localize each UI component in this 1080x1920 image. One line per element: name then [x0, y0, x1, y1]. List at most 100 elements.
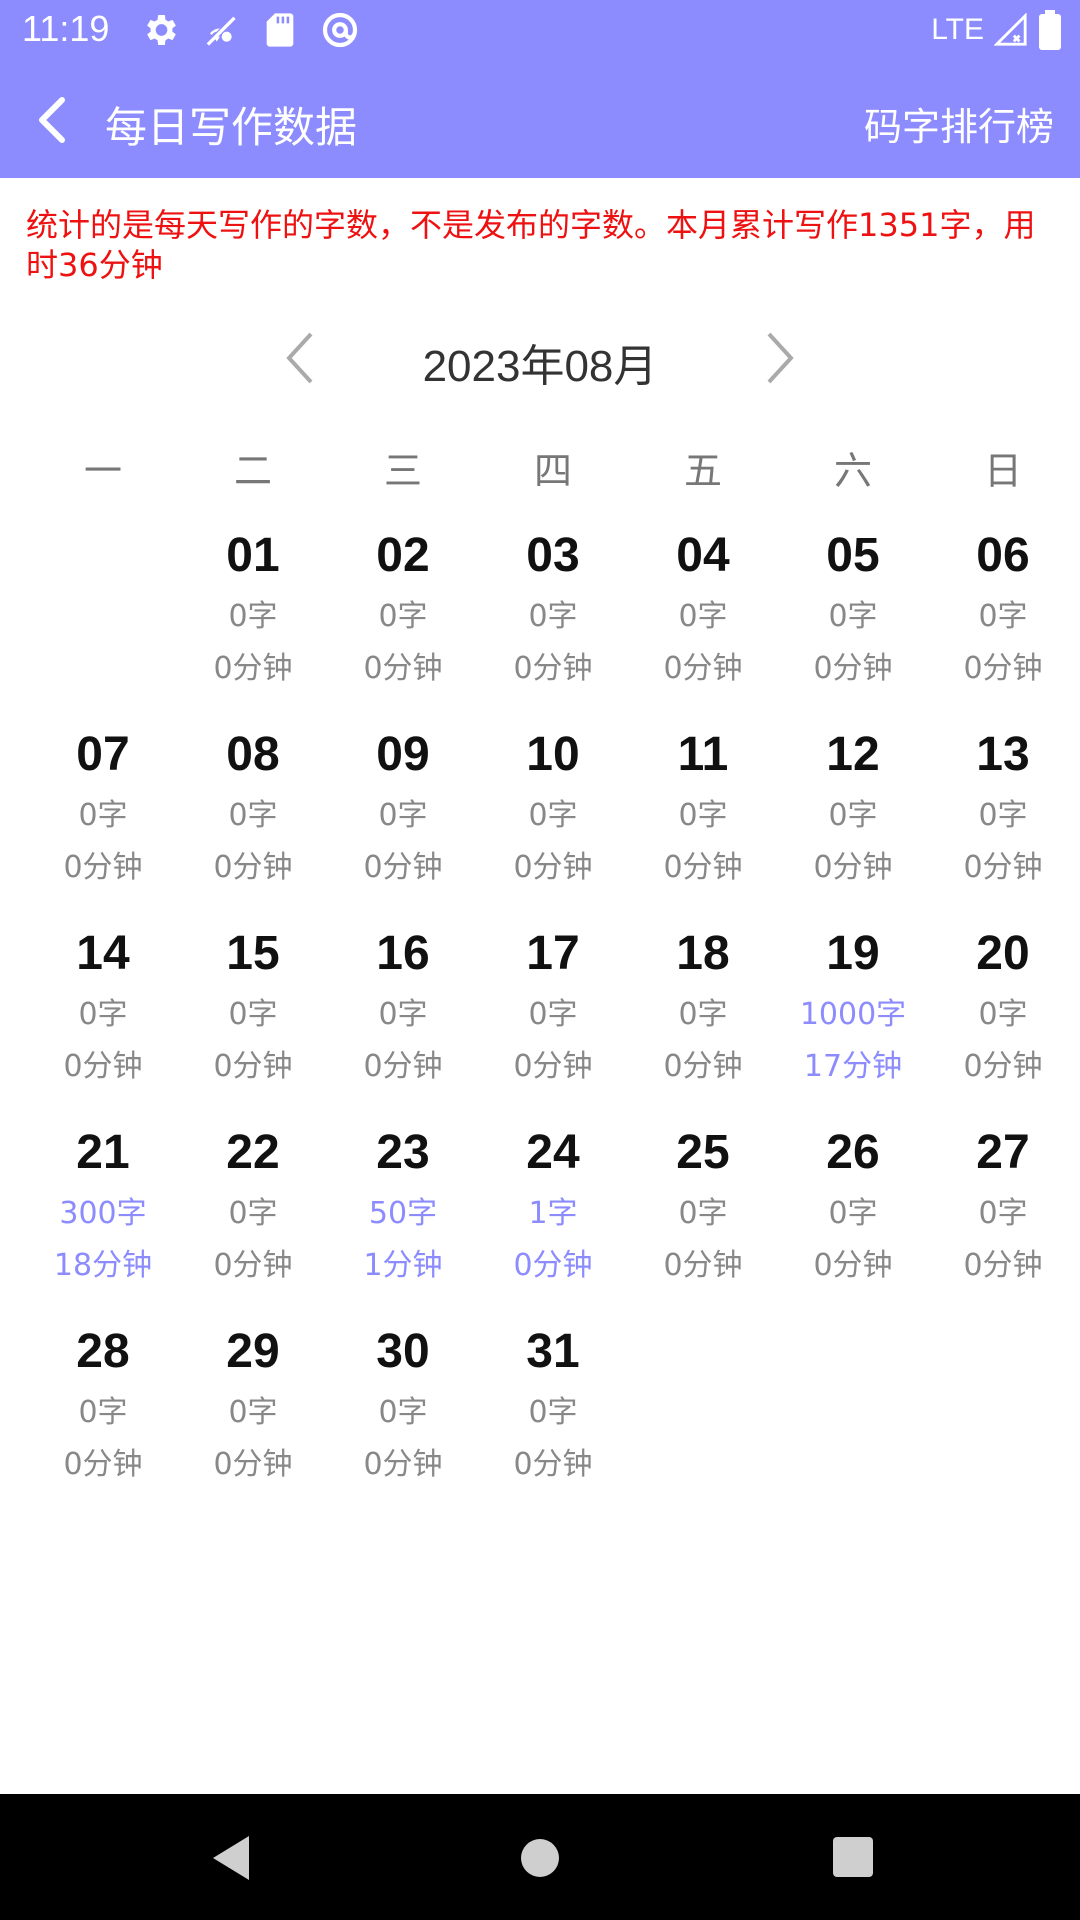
day-number: 21: [76, 1126, 130, 1179]
day-number: 22: [226, 1126, 280, 1179]
page-title: 每日写作数据: [105, 103, 358, 152]
day-number: 15: [226, 927, 280, 980]
calendar-day-cell[interactable]: 16 0字 0分钟: [328, 923, 478, 1122]
day-word-count: 0字: [828, 599, 878, 634]
settings-icon: [147, 15, 176, 45]
battery-icon: [1039, 10, 1061, 50]
day-duration: 0分钟: [963, 1248, 1043, 1283]
day-duration: 0分钟: [813, 1248, 893, 1283]
day-word-count: 50字: [368, 1196, 438, 1231]
back-triangle-icon: [213, 1836, 249, 1880]
day-word-count: 0字: [528, 1395, 578, 1430]
system-back-button[interactable]: [203, 1830, 259, 1886]
calendar-day-cell[interactable]: 31 0字 0分钟: [478, 1321, 628, 1520]
weekday-label: 日: [983, 449, 1022, 493]
calendar-grid: 01 0字 0分钟 02 0字 0分钟 03 0字 0分钟 04 0字 0分钟 05 0字 0分钟 06 0字 0…: [28, 525, 1078, 1520]
day-duration: 0分钟: [213, 1049, 293, 1084]
home-circle-icon: [521, 1839, 559, 1877]
day-number: 12: [826, 728, 880, 781]
day-word-count: 0字: [678, 599, 728, 634]
calendar-day-cell[interactable]: 26 0字 0分钟: [778, 1122, 928, 1321]
empty-calendar-cell: [928, 1321, 1078, 1520]
calendar-day-cell[interactable]: 18 0字 0分钟: [628, 923, 778, 1122]
day-word-count: 0字: [528, 599, 578, 634]
ranking-button[interactable]: 码字排行榜: [864, 96, 1054, 151]
day-number: 07: [76, 728, 130, 781]
calendar-day-cell[interactable]: 10 0字 0分钟: [478, 724, 628, 923]
calendar-day-cell[interactable]: 19 1000字 17分钟: [778, 923, 928, 1122]
statistics-notice: 统计的是每天写作的字数，不是发布的字数。本月累计写作1351字，用时36分钟: [26, 206, 1036, 284]
day-duration: 0分钟: [363, 1447, 443, 1482]
day-duration: 0分钟: [813, 850, 893, 885]
day-number: 23: [376, 1126, 430, 1179]
system-recents-button[interactable]: [826, 1830, 882, 1886]
calendar-week-row: 01 0字 0分钟 02 0字 0分钟 03 0字 0分钟 04 0字 0分钟 05 0字 0分钟 06 0字 0…: [28, 525, 1078, 724]
calendar-day-cell[interactable]: 17 0字 0分钟: [478, 923, 628, 1122]
chevron-left-icon: [39, 97, 65, 143]
calendar-day-cell[interactable]: 01 0字 0分钟: [178, 525, 328, 724]
day-number: 14: [76, 927, 130, 980]
system-home-button[interactable]: [512, 1830, 568, 1886]
calendar-day-cell[interactable]: 15 0字 0分钟: [178, 923, 328, 1122]
sd-card-icon: [266, 13, 294, 47]
weekday-label: 三: [383, 449, 422, 493]
day-number: 10: [526, 728, 580, 781]
calendar-day-cell[interactable]: 05 0字 0分钟: [778, 525, 928, 724]
calendar-day-cell[interactable]: 20 0字 0分钟: [928, 923, 1078, 1122]
day-word-count: 0字: [978, 997, 1028, 1032]
calendar-day-cell[interactable]: 12 0字 0分钟: [778, 724, 928, 923]
calendar-day-cell[interactable]: 11 0字 0分钟: [628, 724, 778, 923]
calendar-week-row: 07 0字 0分钟 08 0字 0分钟 09 0字 0分钟 10 0字 0分钟 11 0字 0分钟 12 0字 0…: [28, 724, 1078, 923]
day-duration: 0分钟: [963, 651, 1043, 686]
day-word-count: 0字: [378, 997, 428, 1032]
day-duration: 18分钟: [53, 1248, 153, 1283]
day-duration: 0分钟: [663, 1248, 743, 1283]
calendar-day-cell[interactable]: 27 0字 0分钟: [928, 1122, 1078, 1321]
calendar-day-cell[interactable]: 24 1字 0分钟: [478, 1122, 628, 1321]
day-duration: 0分钟: [213, 1447, 293, 1482]
day-duration: 0分钟: [513, 850, 593, 885]
day-duration: 0分钟: [363, 651, 443, 686]
calendar-day-cell[interactable]: 21 300字 18分钟: [28, 1122, 178, 1321]
day-duration: 0分钟: [663, 850, 743, 885]
calendar-day-cell[interactable]: 07 0字 0分钟: [28, 724, 178, 923]
day-duration: 17分钟: [803, 1049, 903, 1084]
day-word-count: 0字: [78, 997, 128, 1032]
day-number: 06: [976, 529, 1030, 582]
day-duration: 0分钟: [63, 1049, 143, 1084]
day-number: 24: [526, 1126, 580, 1179]
calendar-day-cell[interactable]: 03 0字 0分钟: [478, 525, 628, 724]
day-number: 01: [226, 529, 280, 582]
calendar-day-cell[interactable]: 29 0字 0分钟: [178, 1321, 328, 1520]
calendar-day-cell[interactable]: 22 0字 0分钟: [178, 1122, 328, 1321]
day-duration: 0分钟: [813, 651, 893, 686]
day-number: 03: [526, 529, 580, 582]
calendar-day-cell[interactable]: 30 0字 0分钟: [328, 1321, 478, 1520]
month-navigator: 2023年08月: [0, 320, 1080, 400]
day-word-count: 0字: [528, 798, 578, 833]
calendar-day-cell[interactable]: 28 0字 0分钟: [28, 1321, 178, 1520]
back-button[interactable]: [28, 92, 80, 148]
calendar-day-cell[interactable]: 13 0字 0分钟: [928, 724, 1078, 923]
calendar-day-cell[interactable]: 04 0字 0分钟: [628, 525, 778, 724]
calendar-day-cell[interactable]: 09 0字 0分钟: [328, 724, 478, 923]
day-word-count: 0字: [678, 997, 728, 1032]
day-word-count: 0字: [978, 1196, 1028, 1231]
weekday-label: 五: [683, 449, 722, 493]
day-number: 18: [676, 927, 730, 980]
status-bar: 11:19 LTE: [0, 0, 1080, 62]
day-number: 29: [226, 1325, 280, 1378]
calendar-day-cell[interactable]: 06 0字 0分钟: [928, 525, 1078, 724]
calendar-day-cell[interactable]: 08 0字 0分钟: [178, 724, 328, 923]
day-number: 04: [676, 529, 730, 582]
day-number: 11: [677, 728, 729, 781]
day-duration: 0分钟: [63, 1447, 143, 1482]
calendar-day-cell[interactable]: 25 0字 0分钟: [628, 1122, 778, 1321]
calendar-day-cell[interactable]: 14 0字 0分钟: [28, 923, 178, 1122]
day-number: 25: [676, 1126, 730, 1179]
empty-calendar-cell: [628, 1321, 778, 1520]
calendar-day-cell[interactable]: 23 50字 1分钟: [328, 1122, 478, 1321]
next-month-button[interactable]: [755, 326, 805, 390]
calendar-day-cell[interactable]: 02 0字 0分钟: [328, 525, 478, 724]
day-number: 08: [226, 728, 280, 781]
